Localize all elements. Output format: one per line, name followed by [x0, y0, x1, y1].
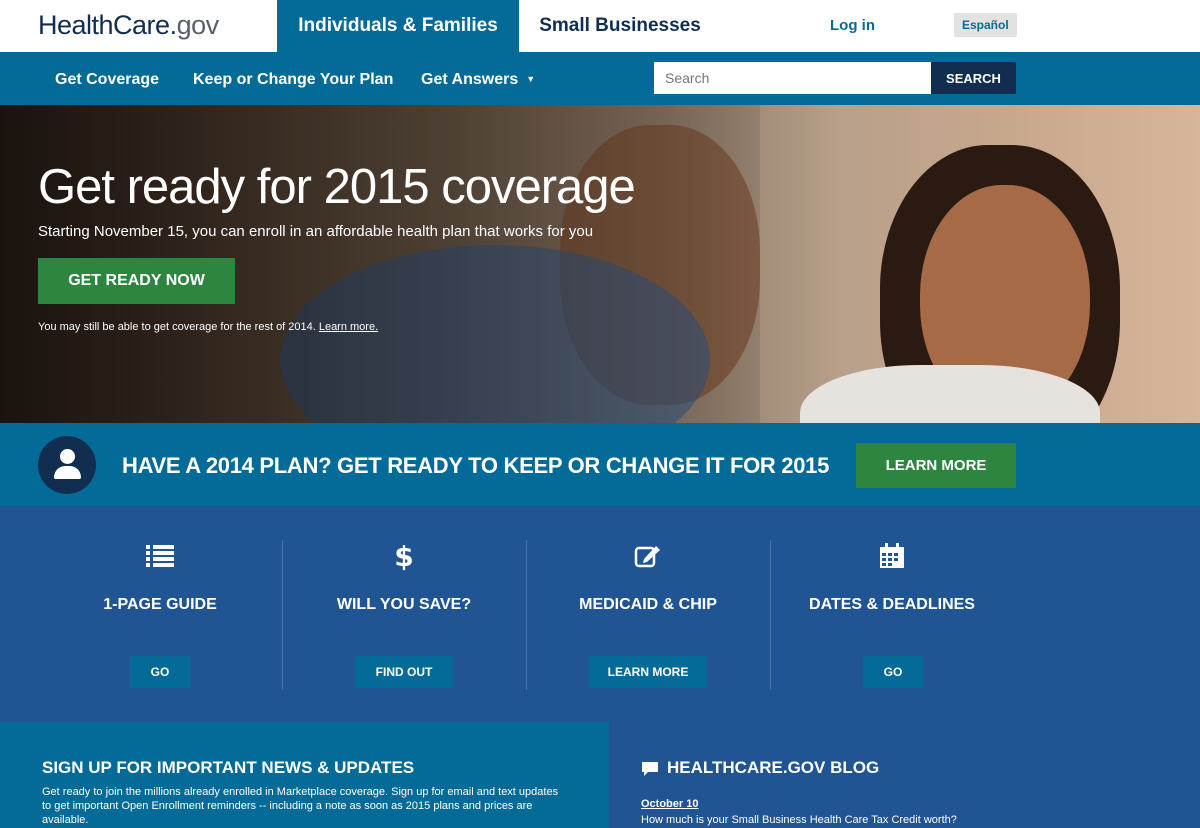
tool-title: DATES & DEADLINES [809, 596, 975, 613]
tab-small-businesses[interactable]: Small Businesses [520, 0, 720, 52]
blog-post-link[interactable]: How much is your Small Business Health C… [641, 814, 957, 826]
language-toggle-button[interactable]: Español [954, 13, 1017, 37]
healthcare-gov-logo[interactable]: HealthCare.gov [38, 10, 219, 40]
news-title: SIGN UP FOR IMPORTANT NEWS & UPDATES [42, 758, 415, 777]
tool-title: 1-PAGE GUIDE [103, 596, 217, 613]
blog-title-text: HEALTHCARE.GOV BLOG [667, 758, 880, 777]
tool-title: WILL YOU SAVE? [336, 596, 472, 613]
news-signup-section: SIGN UP FOR IMPORTANT NEWS & UPDATES Get… [0, 722, 609, 828]
login-link[interactable]: Log in [830, 17, 875, 34]
hero-banner: Get ready for 2015 coverage Starting Nov… [0, 105, 1200, 423]
tool-dates-deadlines: DATES & DEADLINES GO [770, 506, 1014, 722]
calendar-icon [770, 542, 1014, 570]
top-bar: HealthCare.gov Individuals & Families Sm… [0, 0, 1200, 52]
dollar-icon: $ [394, 539, 414, 573]
search-input[interactable] [654, 62, 931, 94]
tool-will-you-save: $ WILL YOU SAVE? FIND OUT [282, 506, 526, 722]
hero-note: You may still be able to get coverage fo… [38, 321, 378, 333]
nav-keep-or-change-plan[interactable]: Keep or Change Your Plan [193, 71, 393, 89]
hero-note-text: You may still be able to get coverage fo… [38, 321, 316, 333]
nav-get-coverage[interactable]: Get Coverage [55, 71, 159, 89]
guide-go-button[interactable]: GO [130, 656, 190, 688]
blog-post-date[interactable]: October 10 [641, 798, 698, 810]
search-button[interactable]: SEARCH [931, 62, 1016, 94]
hero-subtitle: Starting November 15, you can enroll in … [38, 223, 594, 240]
plan-banner: HAVE A 2014 PLAN? GET READY TO KEEP OR C… [0, 423, 1200, 506]
tool-one-page-guide: 1-PAGE GUIDE GO [38, 506, 282, 722]
list-icon [38, 542, 282, 570]
plan-banner-text: HAVE A 2014 PLAN? GET READY TO KEEP OR C… [122, 453, 830, 478]
plan-learn-more-button[interactable]: LEARN MORE [856, 443, 1016, 488]
nav-get-answers[interactable]: Get Answers ▼ [421, 71, 535, 89]
tab-individuals-families[interactable]: Individuals & Families [277, 0, 519, 52]
main-navigation: Get Coverage Keep or Change Your Plan Ge… [0, 52, 1200, 105]
find-out-button[interactable]: FIND OUT [355, 656, 453, 688]
edit-icon [526, 542, 770, 570]
user-icon [38, 436, 96, 494]
news-body: Get ready to join the millions already e… [42, 786, 559, 826]
tools-section: 1-PAGE GUIDE GO $ WILL YOU SAVE? FIND OU… [0, 506, 1200, 722]
medicaid-learn-more-button[interactable]: LEARN MORE [589, 656, 707, 688]
tool-title: MEDICAID & CHIP [579, 596, 717, 613]
blog-section: HEALTHCARE.GOV BLOG October 10 How much … [609, 722, 1200, 828]
hero-title: Get ready for 2015 coverage [38, 160, 636, 214]
dates-go-button[interactable]: GO [863, 656, 923, 688]
nav-get-answers-label: Get Answers [421, 71, 519, 88]
caret-down-icon: ▼ [526, 74, 536, 84]
speech-bubble-icon [641, 761, 659, 776]
get-ready-now-button[interactable]: GET READY NOW [38, 258, 235, 304]
tool-medicaid-chip: MEDICAID & CHIP LEARN MORE [526, 506, 770, 722]
blog-title[interactable]: HEALTHCARE.GOV BLOG [641, 758, 879, 778]
learn-more-link[interactable]: Learn more. [319, 321, 378, 333]
